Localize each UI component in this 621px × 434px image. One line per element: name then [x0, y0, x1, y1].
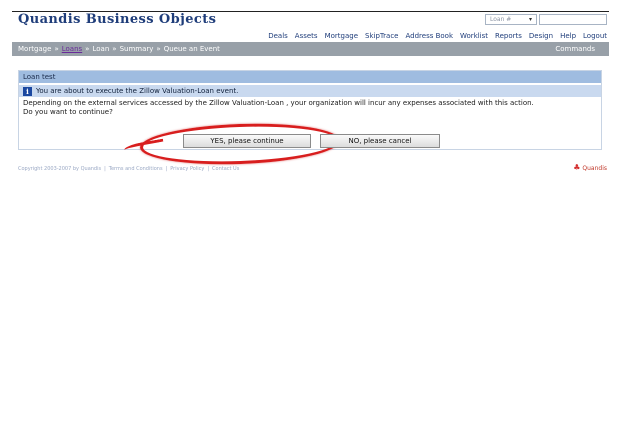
breadcrumb-separator: » — [85, 45, 90, 53]
search-type-select[interactable]: Loan # ▾ — [485, 14, 537, 25]
nav-design[interactable]: Design — [529, 32, 553, 42]
breadcrumb: Mortgage» Loans» Loan» Summary» Queue an Eve… — [18, 45, 220, 53]
confirm-question: Do you want to continue? — [23, 108, 113, 116]
nav-help[interactable]: Help — [560, 32, 576, 42]
footer-copyright: Copyright 2003-2007 by Quandis — [18, 166, 102, 172]
nav-skiptrace[interactable]: SkipTrace — [365, 32, 398, 42]
top-nav: Deals Assets Mortgage SkipTrace Address … — [268, 32, 607, 42]
breadcrumb-separator: » — [156, 45, 161, 53]
no-cancel-button[interactable]: NO, please cancel — [320, 134, 440, 148]
yes-continue-button[interactable]: YES, please continue — [183, 134, 311, 148]
search-input[interactable] — [539, 14, 607, 25]
breadcrumb-current: Queue an Event — [163, 45, 220, 53]
footer-terms-link[interactable]: Terms and Conditions — [109, 166, 163, 172]
info-icon: i — [23, 86, 32, 96]
quandis-logo-text: Quandis — [582, 164, 607, 172]
quandis-logo: ♣ Quandis — [573, 164, 607, 172]
breadcrumb-loan[interactable]: Loan — [92, 45, 109, 53]
notice-text: You are about to execute the Zillow Valu… — [36, 87, 239, 95]
nav-mortgage[interactable]: Mortgage — [325, 32, 358, 42]
info-notice: i You are about to execute the Zillow Va… — [19, 85, 601, 97]
warning-message: Depending on the external services acces… — [23, 99, 534, 107]
breadcrumb-loans[interactable]: Loans — [62, 45, 82, 53]
nav-address-book[interactable]: Address Book — [405, 32, 453, 42]
breadcrumb-summary[interactable]: Summary — [120, 45, 154, 53]
footer: Copyright 2003-2007 by Quandis | Terms and… — [18, 166, 239, 172]
panel-title: Loan test — [19, 71, 601, 83]
breadcrumb-bar: Mortgage» Loans» Loan» Summary» Queue an Eve… — [12, 42, 609, 56]
quandis-logo-icon: ♣ — [573, 163, 581, 172]
app-title: Quandis Business Objects — [18, 12, 217, 27]
footer-separator: | — [207, 166, 210, 172]
nav-logout[interactable]: Logout — [583, 32, 607, 42]
nav-reports[interactable]: Reports — [495, 32, 522, 42]
nav-deals[interactable]: Deals — [268, 32, 288, 42]
search-type-value: Loan # — [490, 16, 512, 23]
nav-assets[interactable]: Assets — [295, 32, 318, 42]
breadcrumb-mortgage[interactable]: Mortgage — [18, 45, 51, 53]
footer-separator: | — [104, 166, 106, 172]
footer-separator: | — [165, 166, 168, 172]
commands-menu[interactable]: Commands — [555, 45, 595, 53]
search-group: Loan # ▾ — [485, 14, 607, 25]
chevron-down-icon: ▾ — [528, 16, 532, 23]
breadcrumb-separator: » — [112, 45, 117, 53]
footer-privacy-link[interactable]: Privacy Policy — [170, 166, 204, 172]
breadcrumb-separator: » — [54, 45, 59, 53]
footer-contact-link[interactable]: Contact Us — [212, 166, 239, 172]
nav-worklist[interactable]: Worklist — [460, 32, 488, 42]
